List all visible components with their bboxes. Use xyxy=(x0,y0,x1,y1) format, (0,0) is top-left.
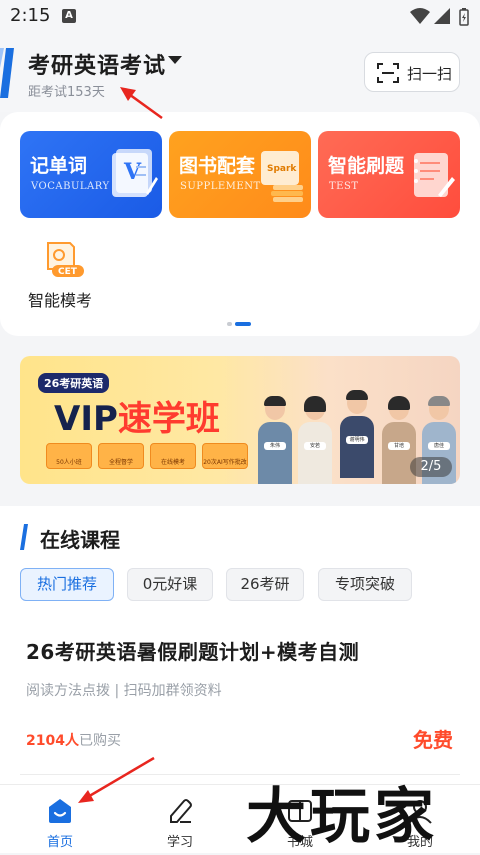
caret-down-icon[interactable] xyxy=(168,56,182,64)
tab-free-courses[interactable]: 0元好课 xyxy=(127,568,213,601)
teacher-name: 朱伟 xyxy=(264,442,286,450)
course-price: 免费 xyxy=(413,728,453,752)
signal-icon xyxy=(434,8,450,24)
wifi-icon xyxy=(410,8,430,24)
teacher-figure: 朱伟 xyxy=(258,396,292,484)
book-stack-icon: Spark xyxy=(261,151,303,202)
teacher-name: 谢明伟 xyxy=(346,436,368,444)
banner-chip-label: 全程督学 xyxy=(108,459,133,466)
course-title[interactable]: 26考研英语暑假刷题计划+模考自测 xyxy=(26,636,359,665)
teacher-figure: 安若 xyxy=(298,396,332,484)
banner-chip-label: 50人小班 xyxy=(56,459,82,466)
teacher-name: 唐佳 xyxy=(428,442,450,450)
banner-chip-label: 20次AI写作批改 xyxy=(203,459,247,466)
status-bar: 2:15 A xyxy=(0,0,480,34)
banner-tag: 26考研英语 xyxy=(38,373,110,393)
banner-chip-label: 在线模考 xyxy=(160,459,185,466)
promo-banner[interactable]: 26考研英语 VIP速学班 50人小班 全程督学 在线模考 20次AI写作批改 … xyxy=(20,356,460,484)
nav-home[interactable]: 首页 xyxy=(20,785,100,854)
header-accent-stripe xyxy=(0,48,14,98)
book-badge: Spark xyxy=(267,164,297,174)
banner-chip: 50人小班 xyxy=(46,443,92,469)
mock-exam-badge: CET xyxy=(58,267,78,277)
tab-hot-recommend[interactable]: 热门推荐 xyxy=(20,568,114,601)
home-icon xyxy=(49,799,71,823)
banner-title-highlight: 速学班 xyxy=(117,399,220,439)
scan-button[interactable]: 扫一扫 xyxy=(364,52,460,92)
tab-special-training[interactable]: 专项突破 xyxy=(318,568,412,601)
watermark-text: 大玩家 xyxy=(246,782,438,852)
exam-selector-title[interactable]: 考研英语考试 xyxy=(28,48,166,80)
nav-study[interactable]: 学习 xyxy=(140,785,220,854)
tile-title: 图书配套 xyxy=(179,155,256,177)
online-courses-section: 在线课程 热门推荐 0元好课 26考研 专项突破 26考研英语暑假刷题计划+模考… xyxy=(0,506,480,784)
notification-icon: A xyxy=(62,9,76,23)
scan-label: 扫一扫 xyxy=(407,65,453,83)
banner-chip: 20次AI写作批改 xyxy=(202,443,248,469)
mock-exam-icon[interactable]: CET xyxy=(40,239,86,279)
teacher-name: 甘培 xyxy=(388,442,410,450)
nav-label: 首页 xyxy=(46,835,73,850)
nav-label: 学习 xyxy=(166,835,193,850)
scan-icon xyxy=(377,63,399,83)
tile-title: 智能刷题 xyxy=(328,155,405,177)
feature-card: 记单词 VOCABULARY V 图书配套 SUPPLEMENT Spark 智… xyxy=(0,112,480,336)
tile-vocabulary[interactable]: 记单词 VOCABULARY V xyxy=(20,131,162,218)
tab-26-exam[interactable]: 26考研 xyxy=(226,568,304,601)
carousel-dot-active xyxy=(235,322,251,326)
svg-text:V: V xyxy=(123,159,142,185)
banner-title-main: VIP xyxy=(54,399,118,439)
tile-subtitle: TEST xyxy=(329,181,359,192)
section-title: 在线课程 xyxy=(40,528,120,552)
exam-countdown: 距考试153天 xyxy=(28,85,105,100)
banner-title: VIP速学班 xyxy=(54,391,220,440)
buyers-suffix: 已购买 xyxy=(78,733,121,749)
banner-page-indicator: 2/5 xyxy=(410,457,452,477)
course-subtitle: 阅读方法点拨 | 扫码加群领资料 xyxy=(26,683,222,699)
header: 考研英语考试 距考试153天 扫一扫 xyxy=(0,34,480,112)
course-buyers: 2104人已购买 xyxy=(26,730,121,750)
mock-exam-label[interactable]: 智能模考 xyxy=(28,287,92,311)
test-notebook-icon xyxy=(414,153,455,197)
teacher-name: 安若 xyxy=(304,442,326,450)
vocabulary-notebook-icon: V xyxy=(112,149,158,197)
status-icons xyxy=(410,8,469,26)
section-accent-stripe xyxy=(20,524,28,550)
banner-chip: 全程督学 xyxy=(98,443,144,469)
tile-subtitle: SUPPLEMENT xyxy=(180,181,261,192)
buyers-count: 2104人 xyxy=(26,733,79,749)
tile-subtitle: VOCABULARY xyxy=(31,181,110,192)
tile-title: 记单词 xyxy=(30,155,88,177)
banner-chip: 在线模考 xyxy=(150,443,196,469)
carousel-dot xyxy=(227,322,232,326)
tile-smart-test[interactable]: 智能刷题 TEST xyxy=(318,131,460,218)
teacher-figure: 谢明伟 xyxy=(340,390,374,478)
study-icon xyxy=(170,799,192,823)
status-time: 2:15 xyxy=(10,5,51,26)
tile-book-supplement[interactable]: 图书配套 SUPPLEMENT Spark xyxy=(169,131,311,218)
battery-icon xyxy=(459,8,469,26)
